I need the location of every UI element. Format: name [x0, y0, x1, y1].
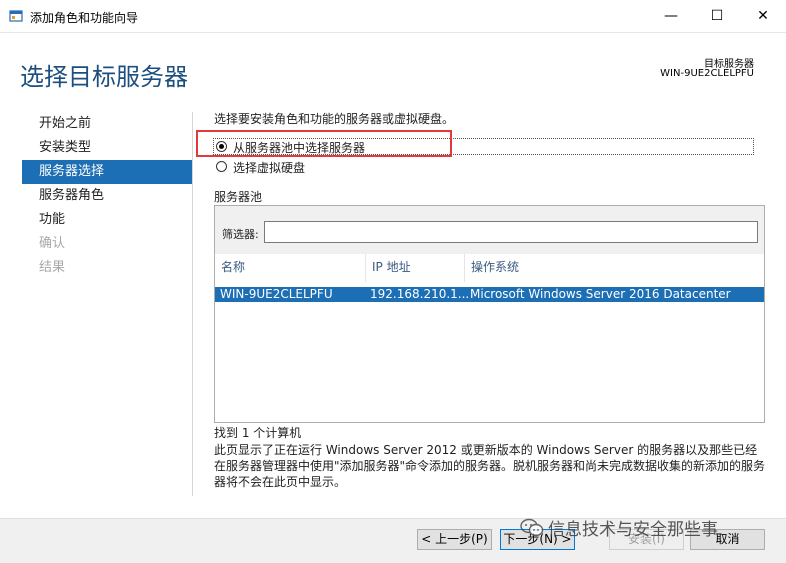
- previous-button[interactable]: < 上一步(P): [417, 529, 492, 550]
- filter-label: 筛选器:: [222, 228, 259, 241]
- nav-divider: [192, 112, 193, 496]
- nav-item-features[interactable]: 功能: [22, 208, 192, 232]
- server-os-cell: Microsoft Windows Server 2016 Datacenter: [470, 287, 731, 301]
- nav-item-results: 结果: [39, 260, 66, 275]
- server-name-cell: WIN-9UE2CLELPFU: [220, 287, 333, 301]
- radio-virtual-hard-disk-label[interactable]: 选择虚拟硬盘: [233, 159, 305, 176]
- table-row[interactable]: WIN-9UE2CLELPFU 192.168.210.1... Microso…: [215, 287, 764, 302]
- page-title: 选择目标服务器: [20, 63, 188, 91]
- wizard-app-icon: [9, 10, 23, 22]
- nav-item-installation-type[interactable]: 安装类型: [22, 136, 192, 160]
- close-window-button[interactable]: ✕: [740, 0, 786, 32]
- nav-item-server-roles[interactable]: 服务器角色: [22, 184, 192, 208]
- info-description: 此页显示了正在运行 Windows Server 2012 或更新版本的 Win…: [214, 443, 766, 489]
- annotation-highlight-box: [196, 130, 452, 157]
- found-count-text: 找到 1 个计算机: [214, 426, 302, 440]
- maximize-button[interactable]: ☐: [694, 0, 740, 32]
- column-header-name[interactable]: 名称: [215, 254, 366, 282]
- radio-virtual-hard-disk[interactable]: 选择虚拟硬盘: [214, 159, 514, 176]
- nav-item-before-you-begin[interactable]: 开始之前: [22, 112, 192, 136]
- watermark-text: 信息技术与安全那些事: [520, 515, 718, 543]
- column-header-ip[interactable]: IP 地址: [366, 254, 465, 282]
- minimize-button[interactable]: —: [648, 0, 694, 32]
- instruction-text: 选择要安装角色和功能的服务器或虚拟硬盘。: [214, 112, 455, 126]
- wechat-icon: [520, 518, 544, 543]
- column-header-os[interactable]: 操作系统: [465, 254, 764, 282]
- nav-item-confirmation: 确认: [39, 236, 66, 251]
- server-pool-heading: 服务器池: [214, 190, 263, 204]
- nav-item-server-selection[interactable]: 服务器选择: [22, 160, 192, 184]
- maximize-icon: ☐: [710, 8, 724, 24]
- server-ip-cell: 192.168.210.1...: [370, 287, 470, 301]
- watermark-label: 信息技术与安全那些事: [548, 520, 718, 540]
- minimize-icon: —: [664, 8, 678, 24]
- target-server-name: WIN-9UE2CLELPFU: [660, 68, 754, 79]
- radio-button-unchecked[interactable]: [216, 161, 227, 172]
- filter-input[interactable]: [264, 221, 758, 243]
- close-icon: ✕: [757, 8, 769, 24]
- window-title: 添加角色和功能向导: [30, 11, 139, 25]
